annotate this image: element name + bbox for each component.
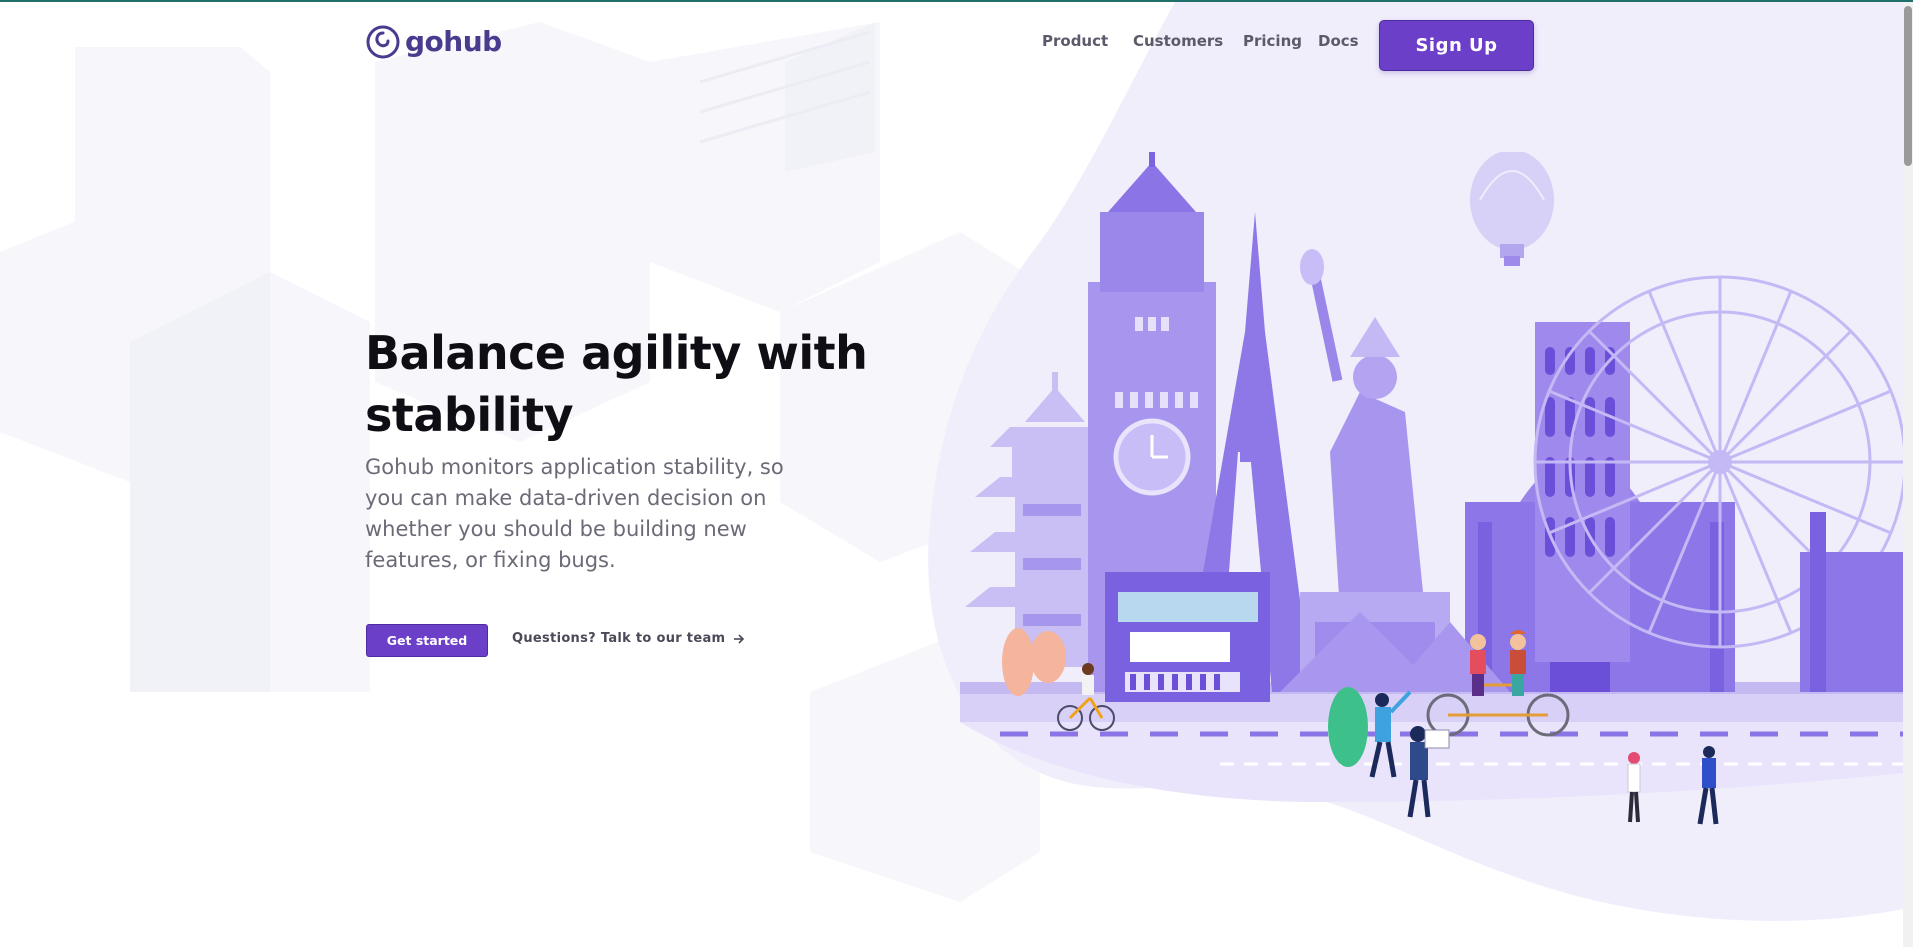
talk-to-team-link[interactable]: Questions? Talk to our team bbox=[512, 631, 745, 646]
hero-subtitle: Gohub monitors application stability, so… bbox=[365, 455, 784, 572]
arrow-right-icon bbox=[734, 633, 745, 644]
gohub-logo-icon bbox=[366, 25, 400, 59]
page-scrollbar[interactable] bbox=[1903, 2, 1913, 947]
scrollbar-thumb[interactable] bbox=[1904, 6, 1912, 166]
hero-title: Balance agility with stability bbox=[365, 326, 868, 442]
landing-page: gohub Product Customers Pricing Docs Sig… bbox=[0, 0, 1913, 947]
logo[interactable]: gohub bbox=[365, 24, 502, 60]
sign-up-button[interactable]: Sign Up bbox=[1379, 20, 1534, 71]
nav-customers[interactable]: Customers bbox=[1133, 32, 1223, 50]
nav-product[interactable]: Product bbox=[1042, 32, 1108, 50]
logo-text: gohub bbox=[405, 25, 502, 58]
nav-pricing[interactable]: Pricing bbox=[1243, 32, 1302, 50]
world-landmarks-illustration bbox=[960, 152, 1913, 825]
nav-docs[interactable]: Docs bbox=[1318, 32, 1359, 50]
top-navbar: gohub Product Customers Pricing Docs Sig… bbox=[0, 2, 1913, 82]
get-started-button[interactable]: Get started bbox=[366, 624, 488, 657]
balloon-large-icon bbox=[1470, 152, 1554, 266]
talk-to-team-label: Questions? Talk to our team bbox=[512, 631, 726, 646]
